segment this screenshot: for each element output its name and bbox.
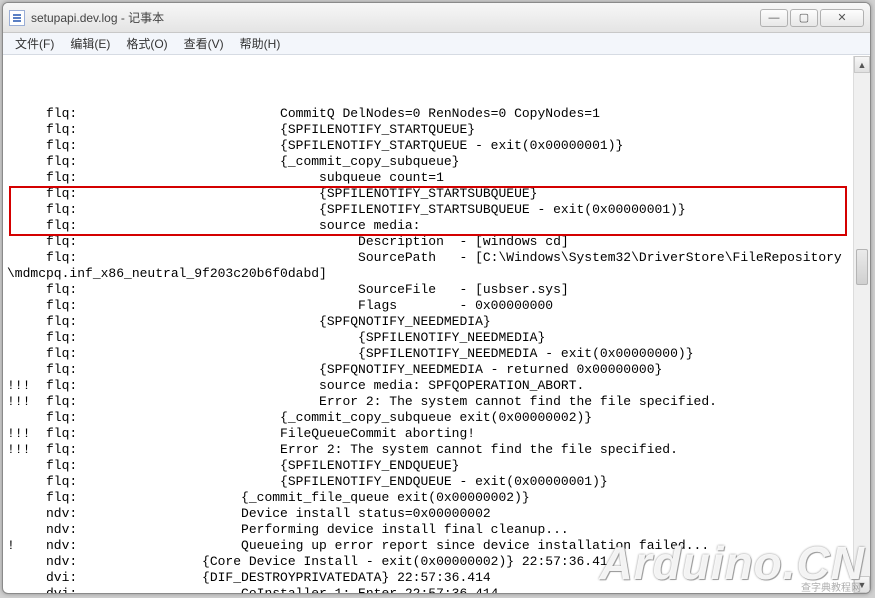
notepad-icon: [9, 10, 25, 26]
log-line: !!! flq: Error 2: The system cannot find…: [7, 394, 849, 410]
menu-view[interactable]: 查看(V): [176, 33, 232, 54]
scroll-track[interactable]: [854, 73, 870, 576]
log-line: !!! flq: source media: SPFQOPERATION_ABO…: [7, 378, 849, 394]
log-line: \mdmcpq.inf_x86_neutral_9f203c20b6f0dabd…: [7, 266, 849, 282]
log-line: flq: Description - [windows cd]: [7, 234, 849, 250]
log-line: dvi: {DIF_DESTROYPRIVATEDATA} 22:57:36.4…: [7, 570, 849, 586]
log-line: flq: {_commit_file_queue exit(0x00000002…: [7, 490, 849, 506]
scroll-thumb[interactable]: [856, 249, 868, 285]
log-line: flq: {SPFILENOTIFY_STARTQUEUE}: [7, 122, 849, 138]
menubar: 文件(F) 编辑(E) 格式(O) 查看(V) 帮助(H): [3, 33, 870, 55]
log-line: !!! flq: Error 2: The system cannot find…: [7, 442, 849, 458]
log-line: flq: {SPFILENOTIFY_ENDQUEUE}: [7, 458, 849, 474]
log-line: !!! flq: FileQueueCommit aborting!: [7, 426, 849, 442]
menu-file[interactable]: 文件(F): [7, 33, 62, 54]
log-line: flq: CommitQ DelNodes=0 RenNodes=0 CopyN…: [7, 106, 849, 122]
log-line: flq: {SPFILENOTIFY_STARTQUEUE - exit(0x0…: [7, 138, 849, 154]
log-line: ! ndv: Queueing up error report since de…: [7, 538, 849, 554]
log-line: flq: source media:: [7, 218, 849, 234]
menu-edit[interactable]: 编辑(E): [62, 33, 118, 54]
content-wrap: flq: CommitQ DelNodes=0 RenNodes=0 CopyN…: [3, 55, 870, 593]
log-line: ndv: Performing device install final cle…: [7, 522, 849, 538]
log-line: flq: SourcePath - [C:\Windows\System32\D…: [7, 250, 849, 266]
menu-format[interactable]: 格式(O): [118, 33, 175, 54]
window-controls: — ▢ ✕: [760, 9, 864, 27]
titlebar[interactable]: setupapi.dev.log - 记事本 — ▢ ✕: [3, 3, 870, 33]
log-line: flq: {_commit_copy_subqueue}: [7, 154, 849, 170]
log-line: ndv: {Core Device Install - exit(0x00000…: [7, 554, 849, 570]
notepad-window: setupapi.dev.log - 记事本 — ▢ ✕ 文件(F) 编辑(E)…: [2, 2, 871, 594]
log-line: flq: {SPFILENOTIFY_NEEDMEDIA}: [7, 330, 849, 346]
log-line: flq: {SPFILENOTIFY_STARTSUBQUEUE - exit(…: [7, 202, 849, 218]
scroll-up-button[interactable]: ▲: [854, 56, 870, 73]
log-line: flq: {SPFILENOTIFY_STARTSUBQUEUE}: [7, 186, 849, 202]
close-button[interactable]: ✕: [820, 9, 864, 27]
window-title: setupapi.dev.log - 记事本: [31, 9, 760, 26]
log-line: flq: {SPFILENOTIFY_ENDQUEUE - exit(0x000…: [7, 474, 849, 490]
minimize-button[interactable]: —: [760, 9, 788, 27]
log-line: flq: {SPFQNOTIFY_NEEDMEDIA}: [7, 314, 849, 330]
scroll-down-button[interactable]: ▼: [854, 576, 870, 593]
log-line: flq: Flags - 0x00000000: [7, 298, 849, 314]
log-line: ndv: Device install status=0x00000002: [7, 506, 849, 522]
maximize-button[interactable]: ▢: [790, 9, 818, 27]
log-line: flq: subqueue count=1: [7, 170, 849, 186]
menu-help[interactable]: 帮助(H): [232, 33, 289, 54]
log-line: flq: {_commit_copy_subqueue exit(0x00000…: [7, 410, 849, 426]
vertical-scrollbar[interactable]: ▲ ▼: [853, 56, 870, 593]
log-line: flq: SourceFile - [usbser.sys]: [7, 282, 849, 298]
log-line: dvi: CoInstaller 1: Enter 22:57:36.414: [7, 586, 849, 593]
text-area[interactable]: flq: CommitQ DelNodes=0 RenNodes=0 CopyN…: [3, 56, 853, 593]
log-line: flq: {SPFILENOTIFY_NEEDMEDIA - exit(0x00…: [7, 346, 849, 362]
log-line: flq: {SPFQNOTIFY_NEEDMEDIA - returned 0x…: [7, 362, 849, 378]
